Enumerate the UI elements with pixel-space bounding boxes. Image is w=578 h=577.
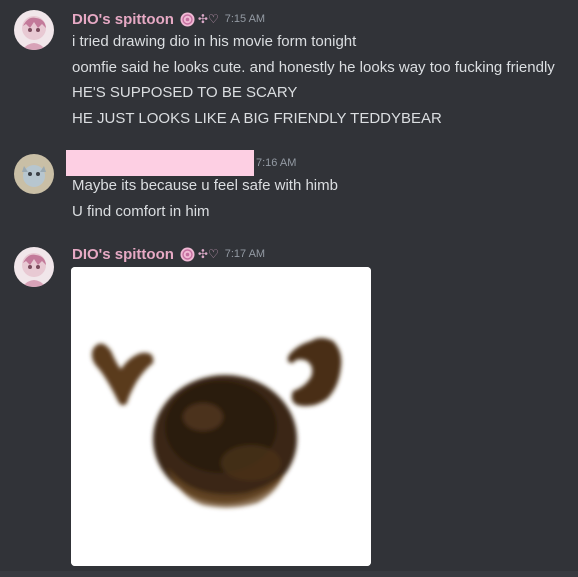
message-text: oomfie said he looks cute. and honestly … bbox=[72, 59, 555, 76]
message-text: i tried drawing dio in his movie form to… bbox=[72, 33, 357, 50]
message-header: DIO's spittoon ✣♡ 7:17 AM bbox=[72, 243, 265, 265]
image-attachment[interactable] bbox=[71, 267, 371, 566]
tag-symbols: ✣♡ bbox=[197, 12, 219, 26]
message-text: Maybe its because u feel safe with himb bbox=[72, 177, 338, 194]
message-text: HE'S SUPPOSED TO BE SCARY bbox=[72, 84, 298, 101]
message-header: DIO's spittoon ✣♡ 7:15 AM bbox=[72, 8, 265, 30]
message-1: DIO's spittoon ✣♡ 7:15 AM i tried drawin… bbox=[0, 0, 578, 140]
timestamp[interactable]: 7:15 AM bbox=[225, 13, 265, 25]
swirl-icon bbox=[180, 247, 195, 261]
timestamp[interactable]: 7:17 AM bbox=[225, 248, 265, 260]
blurry-brown-creature-image bbox=[71, 267, 371, 566]
username[interactable]: DIO's spittoon bbox=[72, 11, 174, 28]
username[interactable]: DIO's spittoon bbox=[72, 246, 174, 263]
message-header: 7:16 AM bbox=[256, 152, 296, 174]
timestamp[interactable]: 7:16 AM bbox=[256, 157, 296, 169]
message-text: U find comfort in him bbox=[72, 203, 210, 220]
avatar[interactable] bbox=[14, 247, 54, 287]
role-badge[interactable]: ✣♡ bbox=[180, 12, 219, 27]
tag-symbols: ✣♡ bbox=[197, 247, 219, 261]
redacted-username[interactable] bbox=[66, 150, 254, 176]
avatar-image-icon bbox=[14, 247, 54, 287]
avatar-image-icon bbox=[14, 154, 54, 194]
message-text: HE JUST LOOKS LIKE A BIG FRIENDLY TEDDYB… bbox=[72, 110, 442, 127]
role-badge[interactable]: ✣♡ bbox=[180, 247, 219, 262]
chat-log: DIO's spittoon ✣♡ 7:15 AM i tried drawin… bbox=[0, 0, 578, 577]
avatar[interactable] bbox=[14, 154, 54, 194]
avatar[interactable] bbox=[14, 10, 54, 50]
swirl-icon bbox=[180, 12, 195, 26]
composer-edge bbox=[0, 571, 578, 577]
avatar-image-icon bbox=[14, 10, 54, 50]
